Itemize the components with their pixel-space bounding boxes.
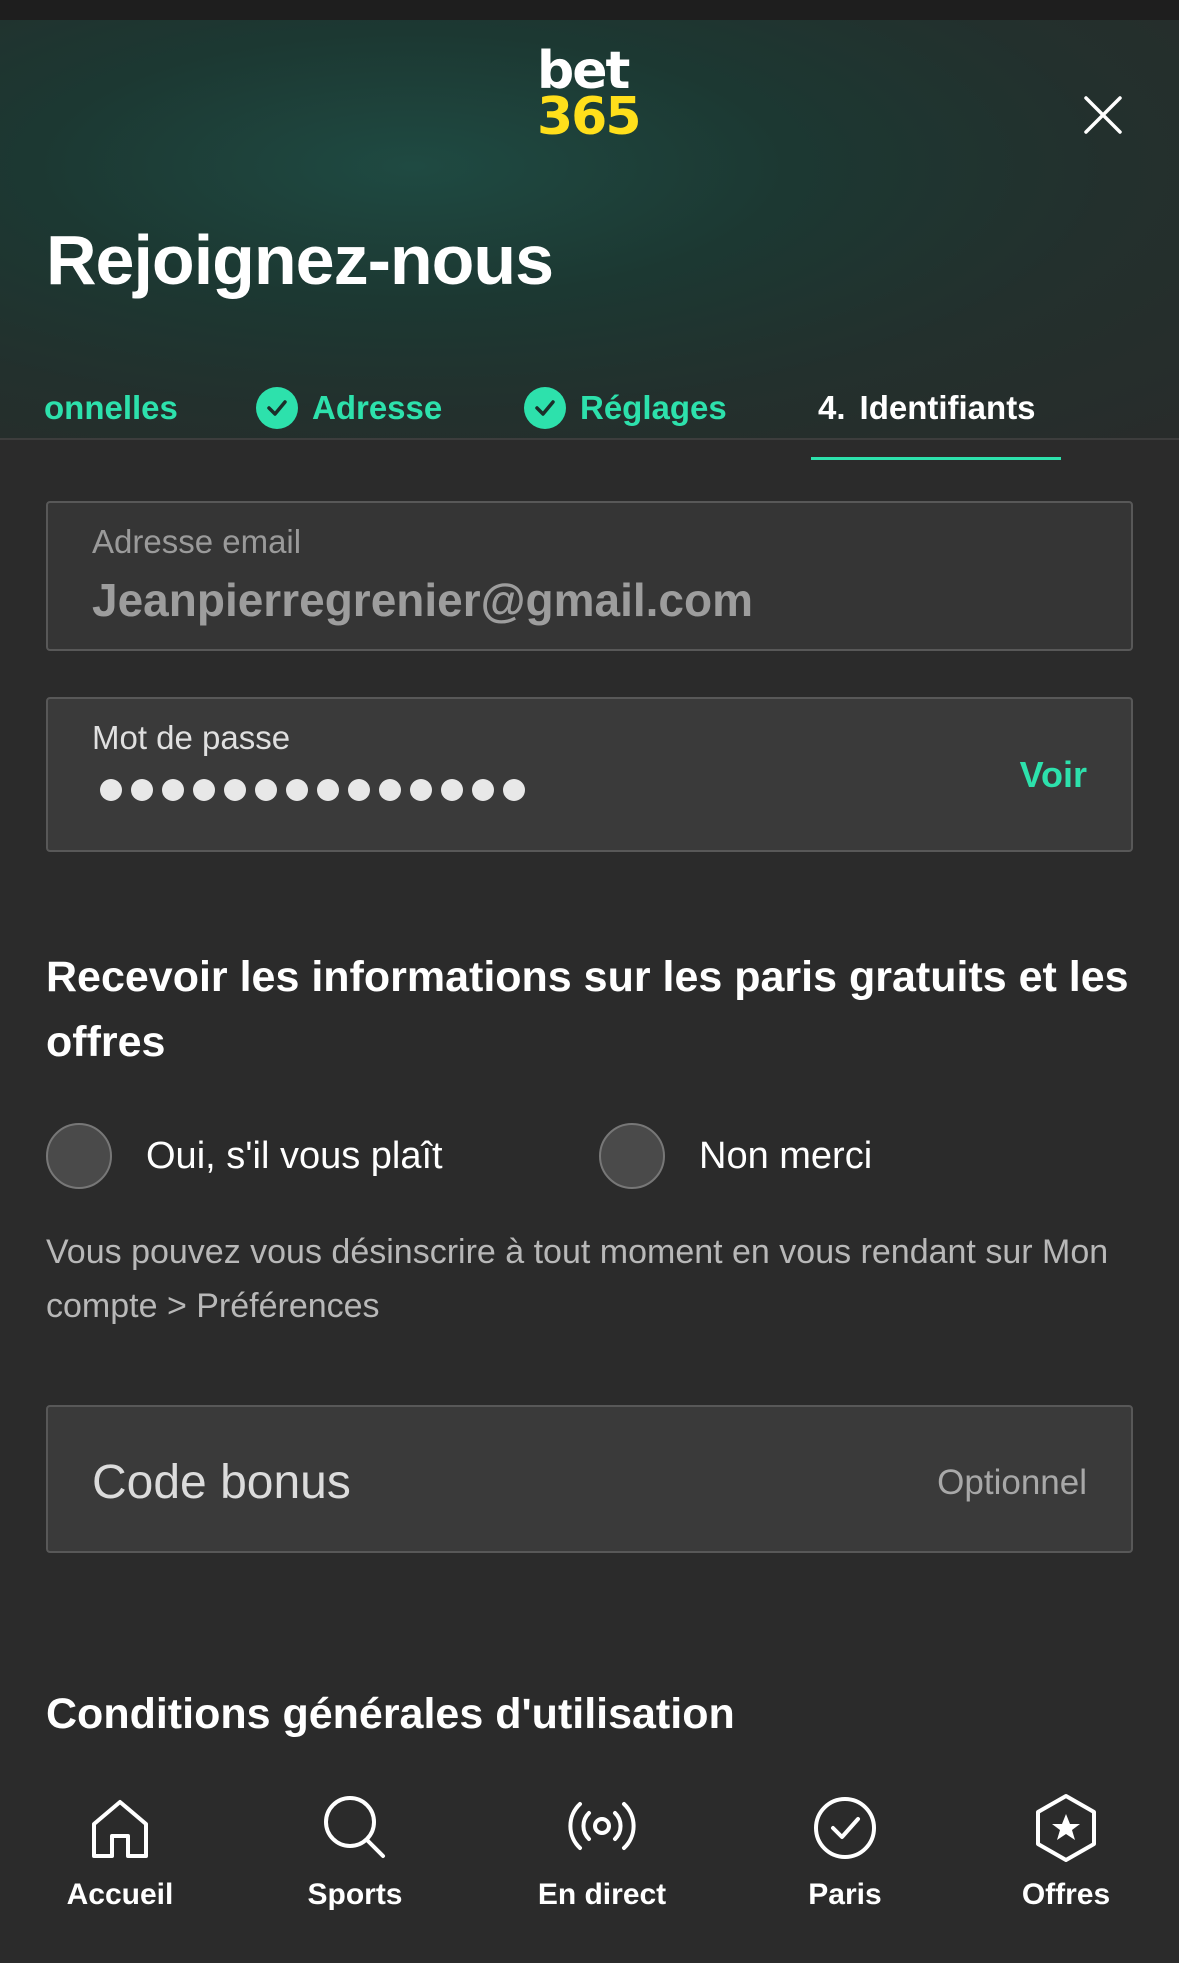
password-masked-value [100,779,525,801]
password-dot [317,779,339,801]
radio-label-yes: Oui, s'il vous plaît [146,1134,443,1177]
nav-label: En direct [537,1878,667,1911]
tab-label: Réglages [580,389,727,426]
password-dot [441,779,463,801]
bonus-code-input[interactable]: Code bonus Optionnel [46,1405,1133,1553]
check-circle-icon [814,1797,876,1859]
logo-text-bottom: 365 [537,87,642,147]
radio-button[interactable] [46,1123,112,1189]
home-icon [92,1800,148,1858]
password-dot [224,779,246,801]
nav-item-home[interactable]: Accueil [20,1788,220,1912]
marketing-title: Recevoir les informations sur les paris … [46,953,1129,1066]
registration-steps: onnelles Adresse Réglages 4. Identifiant… [0,365,1179,460]
close-icon [1084,96,1122,134]
bet365-logo: bet 365 [537,45,647,147]
terms-title: Conditions générales d'utilisation [46,1690,735,1738]
registration-header: bet 365 Rejoignez-nous onnelles Adresse … [0,20,1179,460]
check-icon [524,387,566,429]
password-dot [255,779,277,801]
active-tab-indicator [811,457,1061,460]
password-dot [472,779,494,801]
search-icon [324,1796,385,1858]
nav-label: Sports [307,1878,403,1911]
password-dot [410,779,432,801]
page-title: Rejoignez-nous [46,221,554,299]
radio-option-no[interactable]: Non merci [599,1122,872,1190]
password-dot [162,779,184,801]
nav-item-bets[interactable]: Paris [745,1788,945,1912]
offers-star-icon [1036,1794,1096,1862]
email-label: Adresse email [92,523,302,560]
password-label: Mot de passe [92,719,291,756]
password-field[interactable]: Mot de passe Voir [46,697,1133,852]
password-dot [348,779,370,801]
email-field[interactable]: Adresse email Jeanpierregrenier@gmail.co… [46,501,1133,651]
password-dot [379,779,401,801]
tab-step-credentials[interactable]: 4. Identifiants [818,383,1036,433]
tab-step-number: 4. [818,389,846,426]
close-button[interactable] [1078,90,1128,140]
tab-label: Adresse [312,389,443,426]
tab-label: Identifiants [859,389,1036,426]
nav-item-sports[interactable]: Sports [255,1788,455,1912]
broadcast-icon [568,1802,636,1850]
radio-label-no: Non merci [699,1134,873,1177]
radio-option-yes[interactable]: Oui, s'il vous plaît [46,1122,443,1190]
bottom-nav: Accueil Sports En direct Paris Offres [0,1760,1179,1963]
password-dot [193,779,215,801]
password-dot [100,779,122,801]
nav-label: Offres [1021,1878,1111,1911]
email-value: Jeanpierregrenier@gmail.com [92,574,754,626]
show-password-button[interactable]: Voir [1020,754,1087,796]
password-dot [131,779,153,801]
tab-label: onnelles [44,389,178,426]
optional-hint: Optionnel [937,1463,1087,1502]
password-dot [286,779,308,801]
nav-label: Accueil [66,1878,174,1911]
nav-label: Paris [808,1878,882,1911]
password-dot [503,779,525,801]
tab-step-settings[interactable]: Réglages [524,383,727,433]
tab-step-address[interactable]: Adresse [256,383,442,433]
unsubscribe-note: Vous pouvez vous désinscrire à tout mome… [46,1233,1109,1325]
check-icon [256,387,298,429]
tab-step-personal[interactable]: onnelles [44,383,178,433]
nav-item-offers[interactable]: Offres [966,1788,1166,1912]
bonus-code-placeholder: Code bonus [92,1456,351,1509]
nav-item-live[interactable]: En direct [502,1788,702,1912]
status-bar-edge [0,0,1179,20]
radio-button[interactable] [599,1123,665,1189]
